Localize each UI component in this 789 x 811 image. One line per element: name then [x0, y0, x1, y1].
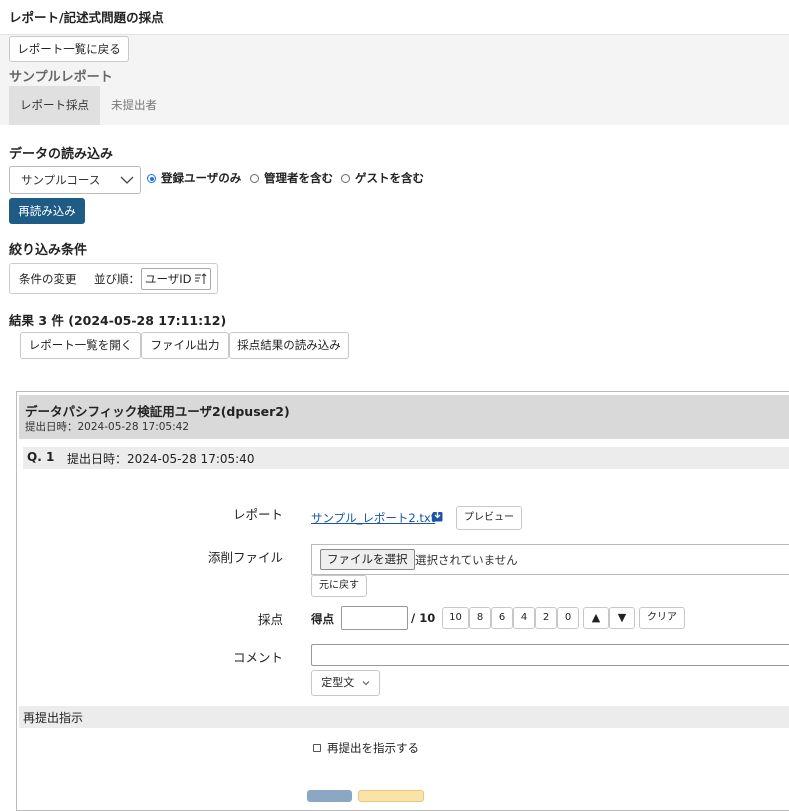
quick-score-8[interactable]: 8 — [469, 607, 491, 629]
preview-button[interactable]: プレビュー — [456, 506, 522, 530]
user-header: データパシフィック検証用ユーザ2(dpuser2) 提出日時：2024-05-2… — [19, 395, 789, 439]
radio-include-admin[interactable]: 管理者を含む — [250, 170, 333, 186]
chevron-down-icon — [120, 176, 134, 184]
template-label: 定型文 — [321, 676, 355, 689]
course-select-value: サンプルコース — [21, 173, 101, 187]
secondary-action-button[interactable] — [358, 790, 424, 802]
score-input[interactable] — [341, 606, 408, 630]
user-name: データパシフィック検証用ユーザ2(dpuser2) — [25, 404, 290, 419]
comment-label: コメント — [232, 650, 283, 665]
sort-ascending-icon — [195, 273, 207, 284]
top-bar: レポート/記述式問題の採点 — [0, 0, 789, 35]
tab-not-submitted[interactable]: 未提出者 — [100, 86, 168, 125]
resubmit-option[interactable]: 再提出を指示する — [313, 740, 419, 756]
import-grades-button[interactable]: 採点結果の読み込み — [229, 332, 349, 359]
comment-input[interactable] — [311, 644, 789, 666]
quick-score-0[interactable]: 0 — [557, 607, 579, 629]
correction-file-input[interactable]: ファイルを選択 選択されていません — [311, 544, 789, 575]
data-load-title: データの読み込み — [9, 147, 114, 162]
score-up-button[interactable]: ▲ — [583, 607, 609, 629]
radio-button-checked[interactable] — [147, 174, 156, 183]
clear-button[interactable]: クリア — [639, 607, 685, 629]
quick-score-2[interactable]: 2 — [535, 607, 557, 629]
quick-score-6[interactable]: 6 — [491, 607, 513, 629]
results-title: 結果 3 件 (2024-05-28 17:11:12) — [9, 313, 227, 328]
download-icon[interactable] — [432, 510, 443, 522]
page-title: レポート/記述式問題の採点 — [9, 10, 164, 25]
no-file-text: 選択されていません — [415, 553, 518, 567]
chevron-down-icon — [362, 681, 370, 686]
resubmit-section-header: 再提出指示 — [19, 706, 789, 728]
course-select[interactable]: サンプルコース — [9, 166, 141, 194]
report-file-link[interactable]: サンプル_レポート2.txt — [311, 510, 435, 526]
sort-value: ユーザID — [145, 272, 192, 286]
radio-button[interactable] — [250, 174, 259, 183]
resubmit-title: 再提出指示 — [23, 711, 84, 725]
score-max: / 10 — [411, 611, 436, 625]
tab-report-grading[interactable]: レポート採点 — [9, 86, 100, 125]
report-name: サンプルレポート — [9, 70, 113, 85]
question-header: Q. 1 提出日時：2024-05-28 17:05:40 — [23, 447, 789, 469]
question-submitted-at: 提出日時：2024-05-28 17:05:40 — [67, 452, 255, 466]
report-label: レポート — [232, 507, 283, 522]
radio-registered-only-label: 登録ユーザのみ — [161, 171, 242, 185]
question-label: Q. 1 — [27, 450, 55, 464]
change-conditions-link[interactable]: 条件の変更 — [19, 271, 77, 287]
quick-score-10[interactable]: 10 — [442, 607, 469, 629]
filter-box: 条件の変更 並び順： ユーザID — [9, 263, 218, 294]
radio-include-guest[interactable]: ゲストを含む — [341, 170, 424, 186]
template-dropdown[interactable]: 定型文 — [311, 670, 380, 696]
resubmit-checkbox-label: 再提出を指示する — [327, 741, 419, 755]
filter-title: 絞り込み条件 — [9, 243, 88, 258]
sort-select[interactable]: ユーザID — [141, 268, 211, 290]
user-submitted-at: 提出日時：2024-05-28 17:05:42 — [25, 421, 190, 433]
radio-registered-only[interactable]: 登録ユーザのみ — [147, 170, 241, 186]
score-prefix: 得点 — [311, 612, 334, 626]
radio-include-admin-label: 管理者を含む — [264, 171, 333, 185]
open-report-list-button[interactable]: レポート一覧を開く — [20, 332, 141, 359]
sort-label: 並び順： — [94, 272, 140, 286]
score-label: 採点 — [257, 612, 283, 627]
reload-button[interactable]: 再読み込み — [9, 198, 85, 224]
correction-file-label: 添削ファイル — [207, 550, 283, 565]
radio-button[interactable] — [341, 174, 350, 183]
choose-file-button[interactable]: ファイルを選択 — [320, 549, 415, 570]
quick-score-4[interactable]: 4 — [513, 607, 535, 629]
revert-button[interactable]: 元に戻す — [311, 575, 367, 597]
resubmit-checkbox[interactable] — [313, 744, 321, 752]
back-to-list-button[interactable]: レポート一覧に戻る — [9, 36, 129, 62]
save-button[interactable] — [307, 790, 352, 802]
file-export-button[interactable]: ファイル出力 — [141, 332, 229, 359]
radio-include-guest-label: ゲストを含む — [355, 171, 424, 185]
score-down-button[interactable]: ▼ — [609, 607, 635, 629]
